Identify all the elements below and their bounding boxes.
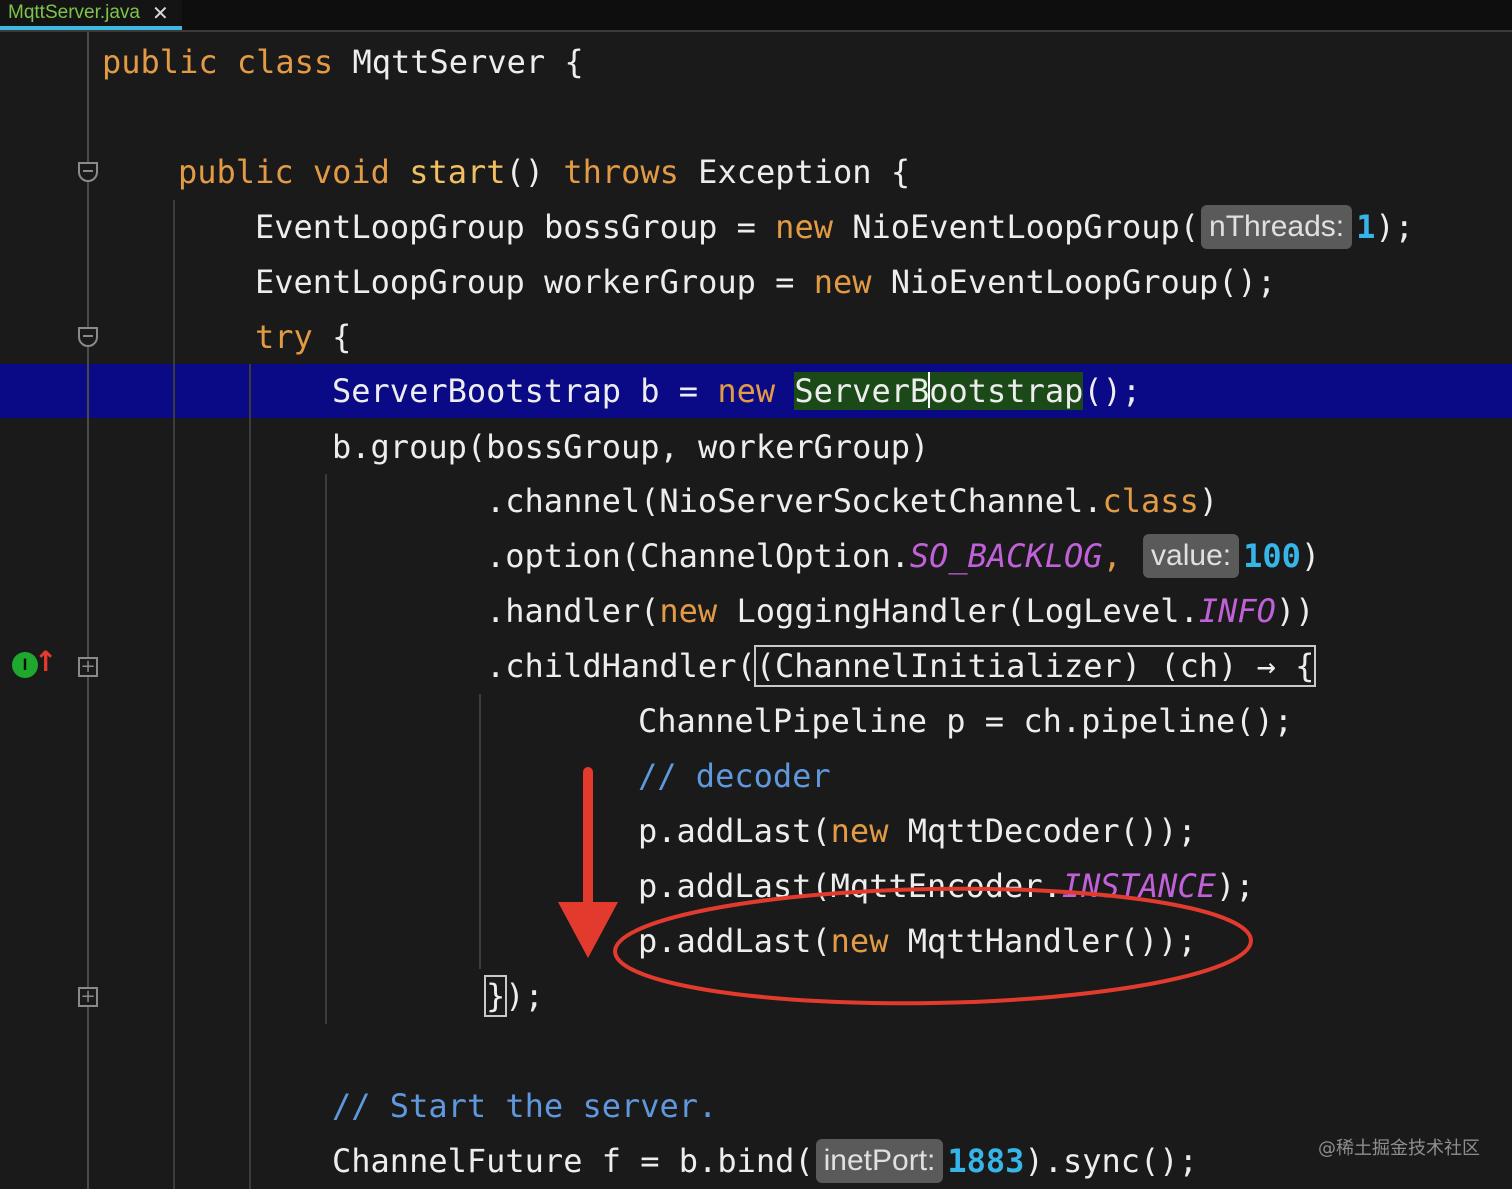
number-literal: 1883 xyxy=(947,1142,1025,1180)
code-text: (); xyxy=(1083,372,1142,410)
keyword: try xyxy=(255,318,333,356)
code-text: ).sync(); xyxy=(1024,1142,1198,1180)
code-line-handler[interactable]: .handler(new LoggingHandler(LogLevel.INF… xyxy=(486,584,1314,638)
code-text: NioEventLoopGroup( xyxy=(852,208,1200,246)
keyword: new xyxy=(830,812,908,850)
watermark: @稀土掘金技术社区 xyxy=(1318,1138,1480,1159)
static-field: SO_BACKLOG xyxy=(909,537,1103,575)
code-text: ServerB xyxy=(794,372,930,410)
keyword: class xyxy=(1102,482,1199,520)
code-line-group[interactable]: b.group(bossGroup, workerGroup) xyxy=(332,420,929,474)
code-text: () xyxy=(505,153,564,191)
matched-brace: } xyxy=(483,975,508,1017)
parameter-hint: inetPort: xyxy=(815,1139,944,1183)
editor-tab-bar: MqttServer.java ✕ xyxy=(0,0,1512,32)
code-text: ); xyxy=(1215,867,1255,905)
code-text: , xyxy=(1102,537,1142,575)
code-line-close-lambda[interactable]: }); xyxy=(483,969,544,1023)
code-text: ChannelPipeline p = ch.pipeline(); xyxy=(638,702,1294,740)
code-line-method-decl[interactable]: public void start() throws Exception { xyxy=(178,145,910,199)
keyword: public void xyxy=(178,153,410,191)
indent-guide xyxy=(325,474,327,1024)
code-text: LoggingHandler(LogLevel. xyxy=(736,592,1199,630)
code-line-bind[interactable]: ChannelFuture f = b.bind(inetPort: 1883).… xyxy=(332,1134,1198,1188)
code-text: .channel(NioServerSocketChannel. xyxy=(486,482,1103,520)
editor-gutter xyxy=(0,32,88,1189)
code-text: .handler( xyxy=(486,592,660,630)
code-text: .childHandler( xyxy=(486,647,756,685)
indent-guide xyxy=(479,694,481,969)
code-text: MqttHandler()); xyxy=(907,922,1197,960)
parameter-hint: nThreads: xyxy=(1201,205,1353,249)
code-line-try[interactable]: try { xyxy=(255,310,351,364)
code-line-boss-group[interactable]: EventLoopGroup bossGroup = new NioEventL… xyxy=(255,200,1414,254)
code-text: .option(ChannelOption. xyxy=(486,537,910,575)
tab-mqttserver-java[interactable]: MqttServer.java ✕ xyxy=(0,0,182,30)
keyword: throws xyxy=(563,153,699,191)
code-line-pipeline[interactable]: ChannelPipeline p = ch.pipeline(); xyxy=(638,694,1293,748)
code-text: ServerBootstrap b = xyxy=(332,372,718,410)
gutter-separator xyxy=(87,32,89,1189)
keyword: new xyxy=(659,592,737,630)
tab-filename: MqttServer.java xyxy=(8,2,140,23)
code-text: ) xyxy=(1300,537,1321,575)
method-name: start xyxy=(409,153,506,191)
keyword: new xyxy=(717,372,795,410)
code-line-worker-group[interactable]: EventLoopGroup workerGroup = new NioEven… xyxy=(255,255,1276,309)
fold-expand-icon[interactable]: + xyxy=(78,657,98,677)
code-line-comment-decoder[interactable]: // decoder xyxy=(638,749,831,803)
code-text: p.addLast( xyxy=(638,922,831,960)
code-text: ootstrap xyxy=(929,372,1084,410)
code-line-add-encoder[interactable]: p.addLast(MqttEncoder.INSTANCE); xyxy=(638,859,1255,913)
indent-guide xyxy=(173,200,175,1189)
code-line-server-bootstrap[interactable]: ServerBootstrap b = new ServerBootstrap(… xyxy=(332,364,1141,418)
code-text: EventLoopGroup bossGroup = xyxy=(255,208,776,246)
static-field: INFO xyxy=(1198,592,1276,630)
code-text: p.addLast(MqttEncoder. xyxy=(638,867,1062,905)
code-text: ); xyxy=(1375,208,1414,246)
go-to-super-arrow-icon[interactable]: ↑ xyxy=(34,648,57,676)
code-text: NioEventLoopGroup(); xyxy=(890,263,1277,301)
code-line-add-handler[interactable]: p.addLast(new MqttHandler()); xyxy=(638,914,1197,968)
comment: // decoder xyxy=(638,757,831,795)
fold-collapse-icon[interactable] xyxy=(78,327,98,347)
keyword: new xyxy=(813,263,891,301)
code-text: ) xyxy=(1198,482,1219,520)
keyword: new xyxy=(775,208,853,246)
code-text: b.group(bossGroup, workerGroup) xyxy=(332,428,930,466)
highlighted-type-name: ServerBootstrap xyxy=(794,372,1084,410)
parameter-hint: value: xyxy=(1143,534,1240,578)
code-text: EventLoopGroup workerGroup = xyxy=(255,263,814,301)
code-text: p.addLast( xyxy=(638,812,831,850)
indent-guide xyxy=(249,364,251,1189)
keyword: public class xyxy=(102,43,353,81)
annotation-arrow-head xyxy=(558,902,618,958)
keyword: new xyxy=(830,922,908,960)
code-line-channel[interactable]: .channel(NioServerSocketChannel.class) xyxy=(486,474,1218,528)
close-icon[interactable]: ✕ xyxy=(152,3,169,23)
code-line-add-decoder[interactable]: p.addLast(new MqttDecoder()); xyxy=(638,804,1197,858)
code-text: MqttDecoder()); xyxy=(907,812,1197,850)
code-line-class-decl[interactable]: public class MqttServer { xyxy=(102,35,584,89)
code-text: ChannelFuture f = b.bind( xyxy=(332,1142,814,1180)
code-line-child-handler[interactable]: .childHandler((ChannelInitializer) (ch) … xyxy=(486,639,1317,693)
code-line-option[interactable]: .option(ChannelOption.SO_BACKLOG, value:… xyxy=(486,529,1320,583)
fold-expand-icon[interactable]: + xyxy=(78,987,98,1007)
static-field: INSTANCE xyxy=(1061,867,1216,905)
comment: // Start the server. xyxy=(332,1087,718,1125)
code-text: ); xyxy=(505,977,544,1015)
code-line-comment-start[interactable]: // Start the server. xyxy=(332,1079,717,1133)
number-literal: 1 xyxy=(1356,208,1376,246)
code-text: { xyxy=(332,318,352,356)
fold-collapse-icon[interactable] xyxy=(78,162,98,182)
number-literal: 100 xyxy=(1243,537,1301,575)
code-text: )) xyxy=(1275,592,1315,630)
folded-lambda-region[interactable]: (ChannelInitializer) (ch) → { xyxy=(753,645,1317,687)
code-text: MqttServer { xyxy=(352,43,584,81)
code-text: Exception { xyxy=(698,153,911,191)
